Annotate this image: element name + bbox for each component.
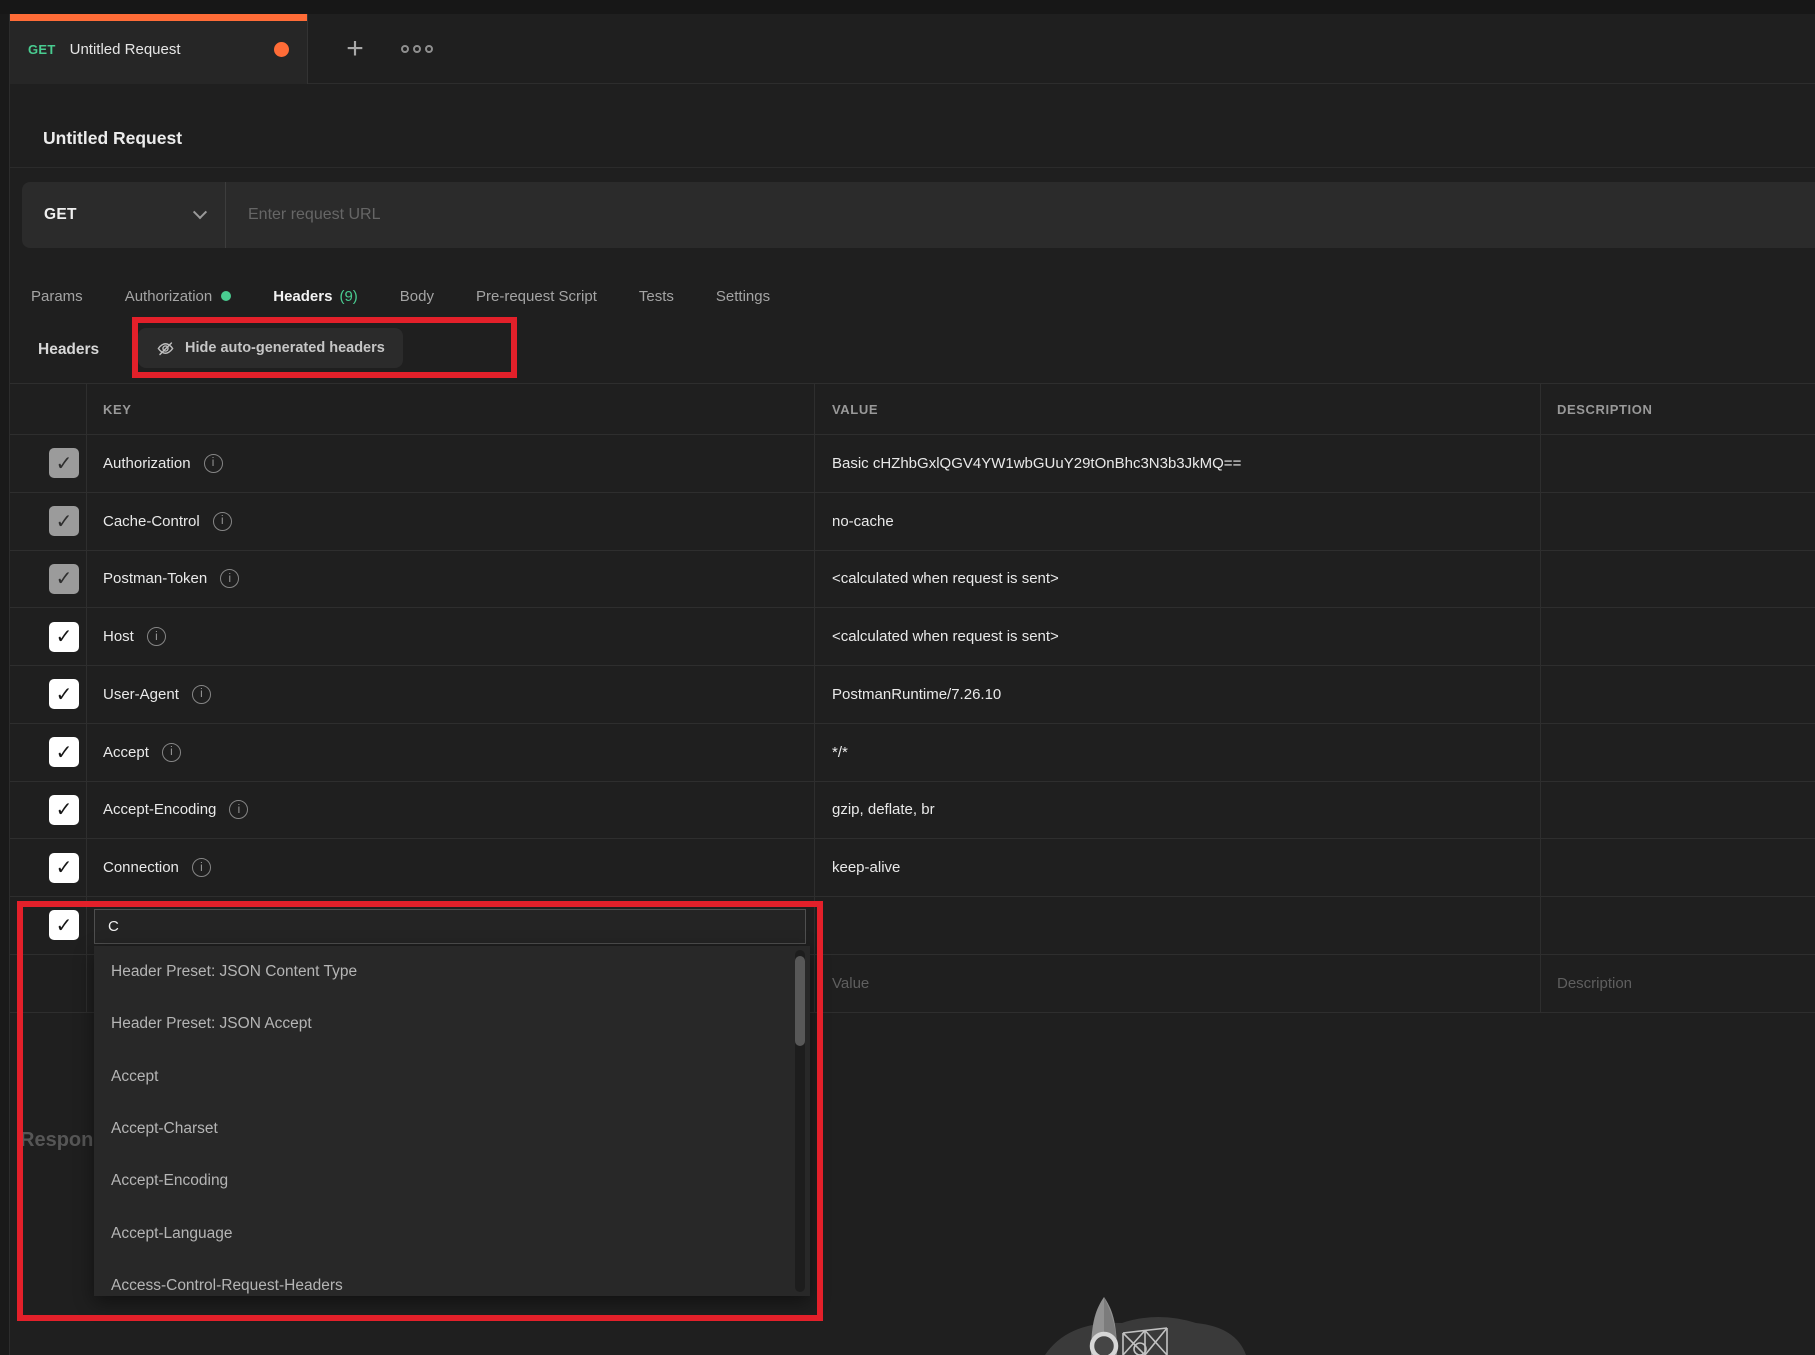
tab-headers[interactable]: Headers(9) [273,288,358,305]
column-header-description: DESCRIPTION [1557,402,1652,417]
header-row: ✓ Accept i */* [10,724,1815,782]
row-checkbox[interactable]: ✓ [49,853,79,883]
header-row: ✓ Host i <calculated when request is sen… [10,608,1815,666]
tab-pre-request-script[interactable]: Pre-request Script [476,288,597,305]
request-nav-tabs: Params Authorization Headers(9) Body Pre-req… [10,279,1815,313]
autocomplete-item[interactable]: Accept [94,1051,810,1103]
info-icon: i [213,512,232,531]
rocket-illustration [1030,1283,1260,1355]
new-header-key-input[interactable]: C [94,909,806,944]
header-key: Accept [103,744,149,761]
autocomplete-item[interactable]: Accept-Encoding [94,1155,810,1207]
info-icon: i [204,454,223,473]
headers-table: KEY VALUE DESCRIPTION ✓ Authorization i … [10,383,1815,1013]
autocomplete-item[interactable]: Accept-Charset [94,1103,810,1155]
header-key: User-Agent [103,686,179,703]
row-checkbox[interactable]: ✓ [49,448,79,478]
tab-options-button[interactable] [395,14,439,84]
description-placeholder: Description [1557,975,1632,992]
tab-tests[interactable]: Tests [639,288,674,305]
header-row: ✓ Accept-Encoding i gzip, deflate, br [10,782,1815,840]
postman-request-window: GET Untitled Request + Untitled Request … [0,0,1815,1355]
autocomplete-item[interactable]: Access-Control-Request-Headers [94,1260,810,1296]
hide-auto-generated-headers-button[interactable]: Hide auto-generated headers [138,328,403,368]
info-icon: i [229,800,248,819]
dropdown-scrollbar[interactable] [795,950,805,1292]
header-value: PostmanRuntime/7.26.10 [832,686,1001,703]
header-key: Connection [103,859,179,876]
row-checkbox[interactable]: ✓ [49,679,79,709]
autocomplete-item[interactable]: Header Preset: JSON Accept [94,998,810,1050]
header-key: Authorization [103,455,191,472]
hide-button-label: Hide auto-generated headers [185,340,385,356]
table-header-row: KEY VALUE DESCRIPTION [10,383,1815,435]
header-autocomplete-dropdown: Header Preset: JSON Content TypeHeader P… [94,946,810,1296]
method-select[interactable]: GET [22,182,225,248]
scrollbar-thumb[interactable] [795,956,805,1046]
header-value: */* [832,744,848,761]
tab-method-label: GET [28,42,56,57]
request-tab[interactable]: GET Untitled Request [10,14,308,84]
header-key: Postman-Token [103,570,207,587]
column-header-key: KEY [103,402,132,417]
window-top-strip [0,0,1815,14]
header-row: ✓ User-Agent i PostmanRuntime/7.26.10 [10,666,1815,724]
header-value: gzip, deflate, br [832,801,935,818]
info-icon: i [220,569,239,588]
header-key: Host [103,628,134,645]
header-value: <calculated when request is sent> [832,628,1059,645]
headers-section-title: Headers [38,341,99,359]
header-value: no-cache [832,513,894,530]
unsaved-changes-dot [274,42,289,57]
tab-count-badge: (9) [339,288,357,305]
info-icon: i [162,743,181,762]
header-key: Cache-Control [103,513,200,530]
row-checkbox[interactable]: ✓ [49,795,79,825]
url-placeholder: Enter request URL [248,206,381,224]
row-checkbox[interactable]: ✓ [49,506,79,536]
sidebar-edge [0,0,10,1355]
header-value: <calculated when request is sent> [832,570,1059,587]
header-value: keep-alive [832,859,900,876]
new-tab-button[interactable]: + [335,14,375,84]
tab-params[interactable]: Params [31,288,83,305]
method-select-value: GET [44,206,77,224]
autocomplete-item[interactable]: Accept-Language [94,1207,810,1259]
ellipsis-icon [401,45,409,53]
row-checkbox[interactable]: ✓ [49,622,79,652]
header-row: ✓ Cache-Control i no-cache [10,493,1815,551]
tab-title: Untitled Request [70,41,181,58]
green-status-dot [221,291,231,301]
column-header-value: VALUE [832,402,878,417]
url-bar: GET Enter request URL [22,182,1815,248]
autocomplete-item[interactable]: Header Preset: JSON Content Type [94,946,810,998]
url-input[interactable]: Enter request URL [226,182,1815,248]
header-value: Basic cHZhbGxlQGV4YW1wbGUuY29tOnBhc3N3b3… [832,455,1241,472]
header-row: ✓ Postman-Token i <calculated when reque… [10,551,1815,609]
row-checkbox[interactable]: ✓ [49,910,79,940]
header-row: ✓ Authorization i Basic cHZhbGxlQGV4YW1w… [10,435,1815,493]
info-icon: i [147,627,166,646]
request-title: Untitled Request [43,128,182,149]
header-key: Accept-Encoding [103,801,216,818]
tab-authorization[interactable]: Authorization [125,288,232,305]
tab-settings[interactable]: Settings [716,288,770,305]
chevron-down-icon [193,205,207,219]
row-checkbox[interactable]: ✓ [49,564,79,594]
info-icon: i [192,685,211,704]
value-placeholder: Value [832,975,869,992]
tab-body[interactable]: Body [400,288,434,305]
section-divider [10,167,1815,168]
row-checkbox[interactable]: ✓ [49,737,79,767]
header-row: ✓ Connection i keep-alive [10,839,1815,897]
eye-off-icon [156,339,175,358]
info-icon: i [192,858,211,877]
